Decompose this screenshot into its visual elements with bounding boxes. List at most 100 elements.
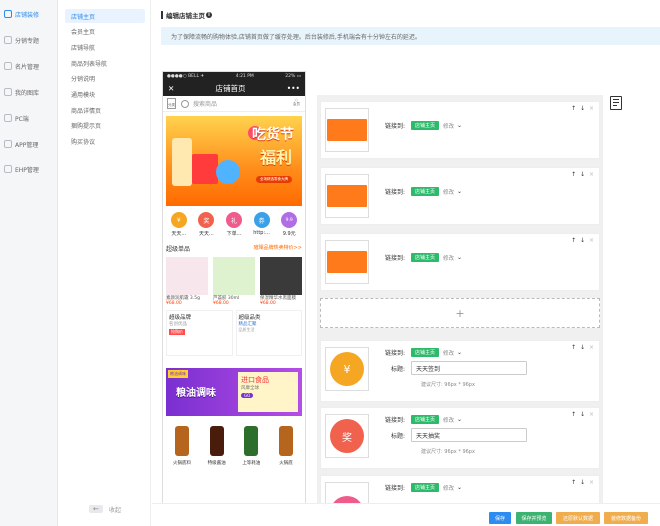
move-up-icon[interactable]: ↑ bbox=[571, 171, 577, 178]
subnav-store-home[interactable]: 店铺主页 bbox=[65, 9, 145, 23]
module-icon-checkin[interactable]: ¥ ↑ ↓ × 链接到: 店铺主页修改⌄ 标题: 建议尺寸: 96px * 96p… bbox=[320, 340, 600, 402]
phone-banner[interactable]: 吃货节 福利 全场精选零食大牌 bbox=[166, 116, 302, 206]
size-hint: 建议尺寸: 96px * 96px bbox=[421, 449, 475, 455]
product-card[interactable]: 保湿精华水黑面膜 ¥68.00 bbox=[260, 257, 302, 306]
chevron-down-icon[interactable]: ⌄ bbox=[457, 188, 462, 195]
super-category-box[interactable]: 超级品类 精品汇聚 品质生活 bbox=[235, 310, 302, 356]
restore-default-button[interactable]: 还原默认数据 bbox=[556, 512, 600, 524]
subnav-distribution-info[interactable]: 分销说明 bbox=[65, 71, 145, 85]
module-banner-3[interactable]: ↑ ↓ × 链接到: 店铺主页 修改 ⌄ bbox=[320, 233, 600, 291]
save-preview-button[interactable]: 保存并预览 bbox=[516, 512, 552, 524]
edit-link[interactable]: 修改 bbox=[443, 416, 454, 424]
move-up-icon[interactable]: ↑ bbox=[571, 479, 577, 486]
sidebar-item-app[interactable]: APP管理 bbox=[0, 137, 58, 151]
save-button[interactable]: 保存 bbox=[489, 512, 511, 524]
module-thumbnail[interactable] bbox=[325, 482, 369, 505]
product-image bbox=[216, 160, 240, 184]
subnav-bundle-tip[interactable]: 捆购提示页 bbox=[65, 118, 145, 132]
move-up-icon[interactable]: ↑ bbox=[571, 237, 577, 244]
move-up-icon[interactable]: ↑ bbox=[571, 411, 577, 418]
move-down-icon[interactable]: ↓ bbox=[580, 411, 586, 418]
subnav-purchase-agreement[interactable]: 购买协议 bbox=[65, 134, 145, 148]
module-thumbnail[interactable]: 奖 bbox=[325, 414, 369, 458]
link-tag: 店铺主页 bbox=[411, 415, 440, 424]
info-icon[interactable]: i bbox=[206, 12, 212, 18]
promo-go-button[interactable]: GO bbox=[241, 393, 254, 398]
edit-link[interactable]: 修改 bbox=[443, 484, 454, 492]
sidebar-item-pc[interactable]: PC端 bbox=[0, 111, 58, 125]
move-down-icon[interactable]: ↓ bbox=[580, 171, 586, 178]
product-price: ¥68.00 bbox=[260, 301, 276, 306]
module-thumbnail[interactable] bbox=[325, 108, 369, 152]
category-icon[interactable]: 分类 bbox=[167, 98, 176, 109]
sidebar-item-ehp[interactable]: EHP管理 bbox=[0, 162, 58, 176]
move-down-icon[interactable]: ↓ bbox=[580, 479, 586, 486]
backup-button[interactable]: 装修数据备份 bbox=[604, 512, 648, 524]
remove-icon[interactable]: × bbox=[589, 171, 595, 178]
promo-title: 粮油调味 bbox=[176, 388, 216, 399]
section-more-link[interactable]: 璀璨品牌热卖特价>> bbox=[254, 244, 302, 253]
yen-icon: ¥ bbox=[170, 212, 187, 228]
yen-icon: ¥ bbox=[330, 352, 364, 386]
remove-icon[interactable]: × bbox=[589, 479, 595, 486]
move-down-icon[interactable]: ↓ bbox=[580, 344, 586, 351]
edit-link[interactable]: 修改 bbox=[443, 188, 454, 196]
super-brand-box[interactable]: 超级品牌 名创优品 抢购价 bbox=[166, 310, 233, 356]
module-thumbnail[interactable]: ¥ bbox=[325, 347, 369, 391]
sidebar-item-store-decor[interactable]: 店铺装修 bbox=[0, 7, 58, 21]
remove-icon[interactable]: × bbox=[589, 105, 595, 112]
quick-icon-coupon[interactable]: 券 http:... bbox=[251, 212, 273, 240]
product-card[interactable]: 芦荟胶 30ml ¥68.00 bbox=[213, 257, 255, 306]
move-up-icon[interactable]: ↑ bbox=[571, 105, 577, 112]
product-card[interactable]: 火锅底料 bbox=[167, 426, 197, 466]
quick-icon-99[interactable]: 9.9 9.9元 bbox=[278, 212, 300, 240]
quick-icon-lottery[interactable]: 奖天天... bbox=[195, 212, 217, 240]
collapse-sidebar-button[interactable]: ← 收起 bbox=[59, 496, 151, 522]
sidebar-item-distribution[interactable]: 分销专题 bbox=[0, 33, 58, 47]
move-down-icon[interactable]: ↓ bbox=[580, 105, 586, 112]
module-thumbnail[interactable] bbox=[325, 174, 369, 218]
remove-icon[interactable]: × bbox=[589, 344, 595, 351]
quick-icon-checkin[interactable]: ¥ 天天... bbox=[168, 212, 190, 240]
remove-icon[interactable]: × bbox=[589, 237, 595, 244]
battery-text: 22% ▭ bbox=[285, 73, 301, 79]
product-card[interactable]: 上等耗油 bbox=[236, 426, 266, 466]
move-down-icon[interactable]: ↓ bbox=[580, 237, 586, 244]
title-input[interactable] bbox=[411, 361, 527, 375]
chevron-down-icon[interactable]: ⌄ bbox=[457, 349, 462, 356]
title-input[interactable] bbox=[411, 428, 527, 442]
module-banner-1[interactable]: ↑ ↓ × 链接到: 店铺主页 修改 ⌄ bbox=[320, 101, 600, 159]
edit-link[interactable]: 修改 bbox=[443, 349, 454, 357]
subnav-product-list-nav[interactable]: 商品列表导航 bbox=[65, 56, 145, 70]
module-icon-gift[interactable]: ↑ ↓ × 链接到: 店铺主页 修改 ⌄ bbox=[320, 475, 600, 505]
chevron-down-icon[interactable]: ⌄ bbox=[457, 416, 462, 423]
module-thumbnail[interactable] bbox=[325, 240, 369, 284]
qr-code-icon[interactable] bbox=[610, 96, 622, 110]
more-icon[interactable]: ••• bbox=[287, 84, 300, 93]
product-card[interactable]: 火锅底 bbox=[271, 426, 301, 466]
chevron-down-icon[interactable]: ⌄ bbox=[457, 484, 462, 491]
subnav-store-nav[interactable]: 店铺导航 bbox=[65, 40, 145, 54]
sidebar-item-gallery[interactable]: 我的图库 bbox=[0, 85, 58, 99]
quick-icon-gift[interactable]: 礼下单... bbox=[223, 212, 245, 240]
promo-banner[interactable]: 粮油调味 粮油调味 进口食品 风靡全球 GO bbox=[166, 368, 302, 416]
subnav-common-modules[interactable]: 通用模块 bbox=[65, 87, 145, 101]
product-card[interactable]: 素颜润肌霜 3.5g ¥68.00 bbox=[166, 257, 208, 306]
phone-search-bar[interactable]: 分类 搜索商品 ○ 会员 bbox=[163, 96, 305, 112]
module-banner-2[interactable]: ↑ ↓ × 链接到: 店铺主页 修改 ⌄ bbox=[320, 167, 600, 225]
remove-icon[interactable]: × bbox=[589, 411, 595, 418]
edit-link[interactable]: 修改 bbox=[443, 254, 454, 262]
sidebar-item-cards[interactable]: 名片管理 bbox=[0, 59, 58, 73]
subnav-member-home[interactable]: 会员主页 bbox=[65, 24, 145, 38]
add-module-button[interactable]: + bbox=[320, 298, 600, 328]
edit-link[interactable]: 修改 bbox=[443, 122, 454, 130]
product-card[interactable]: 特级酱油 bbox=[202, 426, 232, 466]
product-name: 火锅底料 bbox=[173, 461, 191, 466]
chevron-down-icon[interactable]: ⌄ bbox=[457, 122, 462, 129]
close-icon[interactable]: ✕ bbox=[168, 84, 174, 93]
move-up-icon[interactable]: ↑ bbox=[571, 344, 577, 351]
subnav-product-detail[interactable]: 商品详情页 bbox=[65, 103, 145, 117]
chevron-down-icon[interactable]: ⌄ bbox=[457, 254, 462, 261]
member-icon[interactable]: ○ 会员 bbox=[292, 98, 301, 109]
module-icon-lottery[interactable]: 奖 ↑ ↓ × 链接到: 店铺主页修改⌄ 标题: 建议尺寸: 96px * 96p… bbox=[320, 407, 600, 469]
